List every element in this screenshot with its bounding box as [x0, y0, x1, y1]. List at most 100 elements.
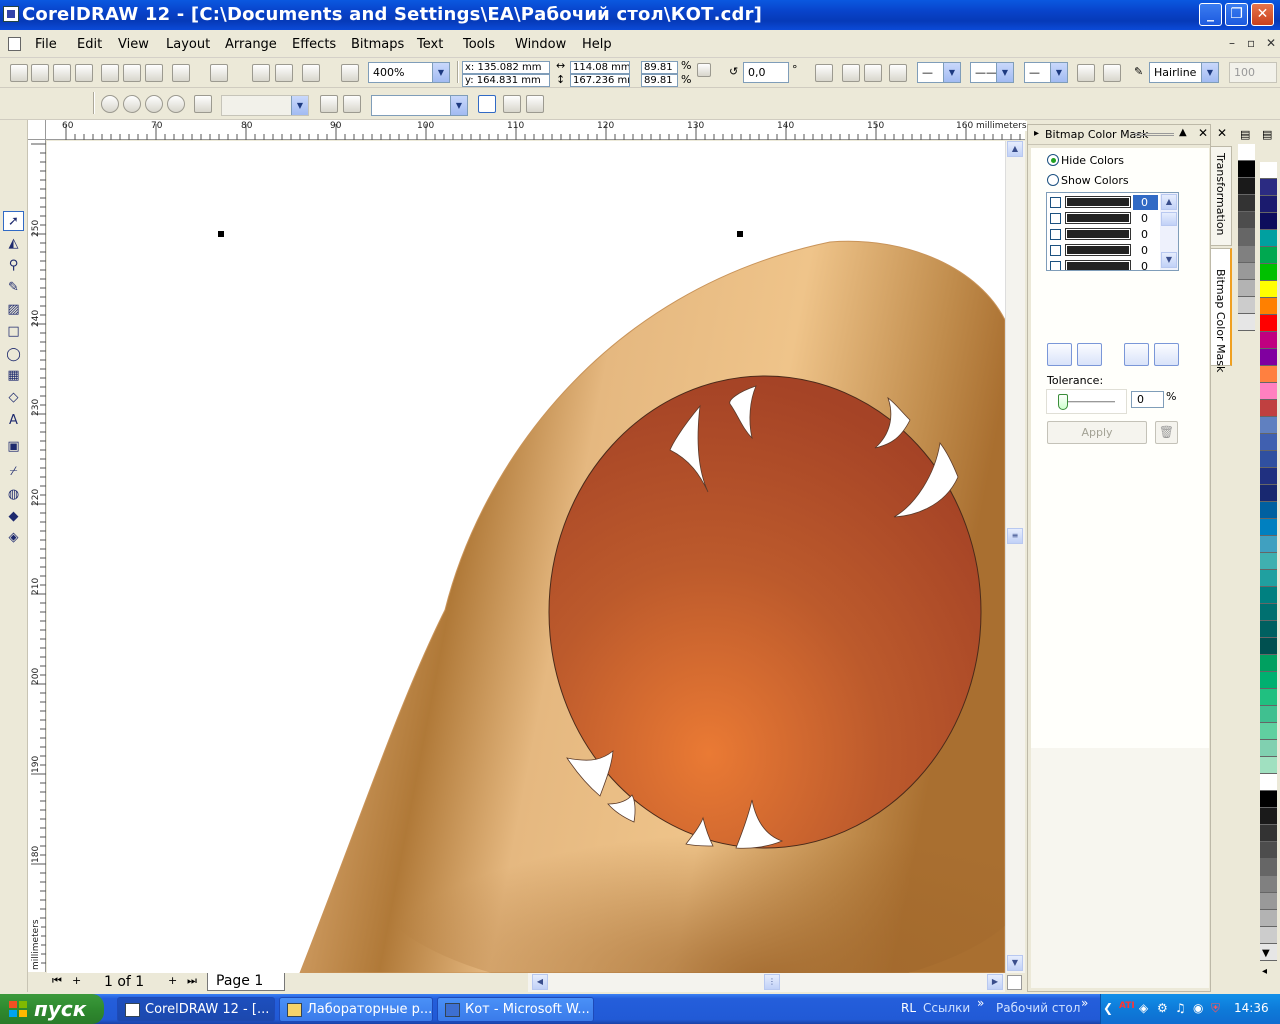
- print-icon[interactable]: [75, 64, 93, 82]
- palette-swatch[interactable]: [1260, 434, 1277, 451]
- palette-swatch[interactable]: [1260, 230, 1277, 247]
- cat-illustration[interactable]: [47, 141, 1005, 973]
- page-tab[interactable]: Page 1: [207, 973, 285, 991]
- menu-view[interactable]: View: [118, 37, 149, 52]
- links-toolbar[interactable]: Ссылки: [923, 1001, 970, 1015]
- menu-file[interactable]: File: [35, 37, 57, 52]
- width-field[interactable]: 114.08 mm: [570, 61, 630, 74]
- import-icon[interactable]: [252, 64, 270, 82]
- delete-preset-icon[interactable]: [343, 95, 361, 113]
- palette-swatch[interactable]: [1260, 417, 1277, 434]
- tab-bitmap-color-mask[interactable]: Bitmap Color Mask: [1211, 248, 1232, 372]
- palette-swatch[interactable]: [1260, 825, 1277, 842]
- speaker-icon[interactable]: ♫: [1175, 1001, 1186, 1015]
- basic-shapes-tool-icon[interactable]: ◇: [3, 388, 24, 408]
- menu-bitmaps[interactable]: Bitmaps: [351, 37, 404, 52]
- language-indicator[interactable]: RL: [901, 1001, 916, 1015]
- add-page-after-icon[interactable]: +: [168, 974, 177, 987]
- palette-swatch[interactable]: [1260, 162, 1277, 179]
- apply-button[interactable]: Apply: [1047, 421, 1147, 444]
- save-mask-icon[interactable]: [1124, 343, 1149, 366]
- palette-swatch[interactable]: [1260, 808, 1277, 825]
- ruler-origin[interactable]: [28, 120, 46, 140]
- outline-tool-icon[interactable]: ◍: [3, 485, 24, 505]
- palette-swatch[interactable]: [1260, 247, 1277, 264]
- document-icon[interactable]: [8, 37, 21, 51]
- palette-swatch[interactable]: [1238, 144, 1255, 161]
- ellipse-tool-icon[interactable]: ◯: [3, 345, 24, 365]
- palette-swatch[interactable]: [1260, 315, 1277, 332]
- tolerance-slider[interactable]: [1046, 389, 1127, 414]
- palette-swatch[interactable]: [1238, 246, 1255, 263]
- tolerance-input[interactable]: 0: [1131, 391, 1164, 408]
- node-icon[interactable]: [842, 64, 860, 82]
- palette-swatch[interactable]: [1238, 297, 1255, 314]
- palette-menu-icon[interactable]: ▤: [1262, 128, 1272, 141]
- redo-icon[interactable]: [210, 64, 228, 82]
- show-colors-radio[interactable]: Show Colors: [1047, 174, 1129, 187]
- palette-swatch[interactable]: [1260, 536, 1277, 553]
- tray-icon[interactable]: ◈: [1139, 1001, 1148, 1015]
- pick-tool-icon[interactable]: ➚: [3, 211, 24, 231]
- grid-icon[interactable]: [526, 95, 544, 113]
- slider-thumb[interactable]: [1058, 394, 1068, 410]
- coreldraw-app-icon[interactable]: [3, 6, 19, 22]
- cat-mouth[interactable]: [548, 375, 982, 849]
- vertical-ruler[interactable]: 250 240 230 220 210 200 190 180 millimet…: [28, 140, 46, 972]
- palette-swatch[interactable]: [1260, 349, 1277, 366]
- last-page-icon[interactable]: ⏭: [187, 974, 197, 988]
- selection-handle[interactable]: [737, 231, 743, 237]
- scroll-thumb[interactable]: ≡: [1007, 528, 1023, 544]
- palette-swatch[interactable]: [1260, 468, 1277, 485]
- effect-clear-icon[interactable]: [167, 95, 185, 113]
- color-selector-icon[interactable]: [1047, 343, 1072, 366]
- export-icon[interactable]: [275, 64, 293, 82]
- palette-swatch[interactable]: [1260, 689, 1277, 706]
- interactive-blend-tool-icon[interactable]: ▣: [3, 437, 24, 457]
- palette-swatch[interactable]: [1238, 161, 1255, 178]
- palette-swatch[interactable]: [1260, 859, 1277, 876]
- vertical-scrollbar[interactable]: ▲ ≡ ▼: [1005, 141, 1025, 973]
- palette-swatch[interactable]: [1260, 604, 1277, 621]
- y-position-field[interactable]: y: 164.831 mm: [462, 74, 550, 87]
- task-word[interactable]: Кот - Microsoft W...: [437, 997, 594, 1022]
- palette-swatch[interactable]: [1260, 298, 1277, 315]
- palette-swatch[interactable]: [1260, 774, 1277, 791]
- list-item[interactable]: 0: [1047, 227, 1159, 242]
- palette-swatch[interactable]: [1260, 706, 1277, 723]
- palette-swatch[interactable]: [1260, 876, 1277, 893]
- palette-swatch[interactable]: [1238, 314, 1255, 331]
- trash-icon[interactable]: 🗑: [1155, 421, 1178, 444]
- docker-close-icon[interactable]: ✕: [1198, 126, 1208, 140]
- docker-panel-close-icon[interactable]: ✕: [1217, 126, 1227, 140]
- chevron-down-icon[interactable]: ▼: [1201, 63, 1218, 82]
- palette-expand-icon[interactable]: ◂: [1262, 966, 1267, 977]
- palette-swatch[interactable]: [1260, 400, 1277, 417]
- palette-swatch[interactable]: [1260, 621, 1277, 638]
- menu-tools[interactable]: Tools: [463, 37, 495, 52]
- palette-swatch[interactable]: [1260, 587, 1277, 604]
- horizontal-scrollbar[interactable]: ◀ ⋮ ▶: [528, 973, 1005, 992]
- trace-icon[interactable]: [478, 95, 496, 113]
- preset-list-select[interactable]: ▼: [371, 95, 468, 116]
- chevron-icon[interactable]: »: [1081, 996, 1088, 1010]
- palette-swatch[interactable]: [1260, 213, 1277, 230]
- x-position-field[interactable]: x: 135.082 mm: [462, 61, 550, 74]
- palette-swatch[interactable]: [1260, 264, 1277, 281]
- tab-transformation[interactable]: Transformation: [1211, 146, 1232, 246]
- palette-swatch[interactable]: [1260, 485, 1277, 502]
- doc-restore-button[interactable]: ▫: [1247, 36, 1255, 50]
- horizontal-ruler[interactable]: 60 70 80 90 100 110 120 130 140 150 160 …: [28, 120, 1027, 140]
- interactive-fill-tool-icon[interactable]: ◈: [3, 528, 24, 548]
- checkbox[interactable]: [1050, 197, 1061, 208]
- palette-swatch[interactable]: [1238, 263, 1255, 280]
- rotation-field[interactable]: 0,0: [743, 62, 789, 83]
- chevron-icon[interactable]: »: [977, 996, 984, 1010]
- palette-swatch[interactable]: [1260, 791, 1277, 808]
- rectangle-tool-icon[interactable]: □: [3, 322, 24, 342]
- network-icon[interactable]: ◉: [1193, 1001, 1203, 1015]
- polygon-tool-icon[interactable]: ▦: [3, 366, 24, 386]
- smart-fill-tool-icon[interactable]: ▨: [3, 300, 24, 320]
- to-front-icon[interactable]: [1103, 64, 1121, 82]
- palette-swatch[interactable]: [1260, 383, 1277, 400]
